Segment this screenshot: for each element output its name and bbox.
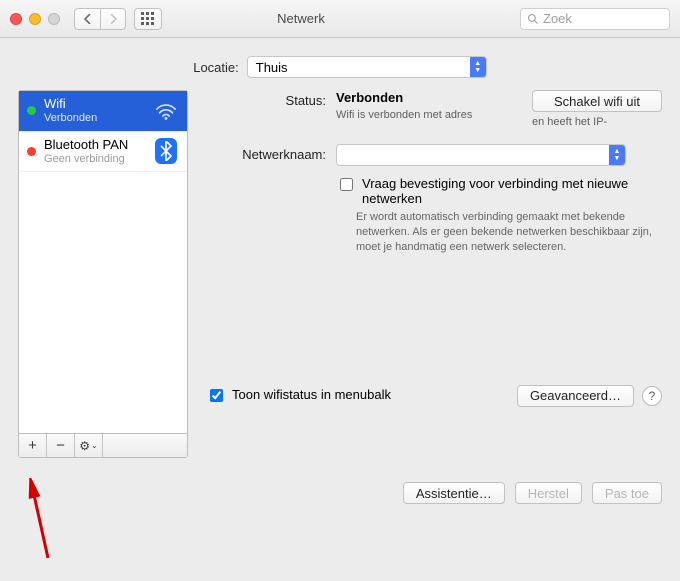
menubar-status-label: Toon wifistatus in menubalk: [232, 387, 391, 402]
remove-service-button[interactable]: −: [47, 434, 75, 457]
bluetooth-icon: [153, 138, 179, 164]
revert-button: Herstel: [515, 482, 582, 504]
location-row: Locatie: Thuis ▲▼: [0, 38, 680, 90]
sidebar-item-bluetooth-pan[interactable]: Bluetooth PAN Geen verbinding: [19, 132, 187, 173]
minimize-window-button[interactable]: [29, 13, 41, 25]
help-button[interactable]: ?: [642, 386, 662, 406]
location-label: Locatie:: [193, 60, 239, 75]
advanced-button[interactable]: Geavanceerd…: [517, 385, 634, 407]
menubar-status-input[interactable]: [210, 389, 223, 402]
network-name-select[interactable]: ▲▼: [336, 144, 626, 166]
ask-confirmation-help: Er wordt automatisch verbinding gemaakt …: [336, 210, 662, 255]
search-input[interactable]: Zoek: [520, 8, 670, 30]
ask-confirmation-label: Vraag bevestiging voor verbinding met ni…: [362, 176, 662, 206]
sidebar-toolbar: + − ⚙⌄: [19, 433, 187, 457]
sidebar-item-wifi[interactable]: Wifi Verbonden: [19, 91, 187, 132]
service-status: Verbonden: [44, 112, 145, 125]
service-actions-button[interactable]: ⚙⌄: [75, 434, 103, 457]
status-led-icon: [27, 147, 36, 156]
add-service-button[interactable]: +: [19, 434, 47, 457]
status-label: Status:: [206, 90, 326, 128]
wifi-icon: [153, 101, 179, 121]
network-name-label: Netwerknaam:: [206, 144, 326, 166]
ask-confirmation-input[interactable]: [340, 178, 353, 191]
location-value: Thuis: [248, 60, 470, 75]
status-value: Verbonden: [336, 90, 516, 105]
apply-button: Pas toe: [592, 482, 662, 504]
bottom-buttons: Assistentie… Herstel Pas toe: [0, 468, 680, 504]
status-led-icon: [27, 106, 36, 115]
wifi-off-button[interactable]: Schakel wifi uit: [532, 90, 662, 112]
sidebar-toolbar-spacer: [103, 434, 187, 457]
service-name: Bluetooth PAN: [44, 138, 145, 153]
location-select[interactable]: Thuis ▲▼: [247, 56, 487, 78]
menubar-status-checkbox[interactable]: Toon wifistatus in menubalk: [206, 387, 517, 405]
search-placeholder: Zoek: [543, 11, 572, 26]
ask-confirmation-checkbox[interactable]: Vraag bevestiging voor verbinding met ni…: [336, 176, 662, 206]
titlebar: Netwerk Zoek: [0, 0, 680, 38]
window-title: Netwerk: [90, 11, 512, 26]
close-window-button[interactable]: [10, 13, 22, 25]
zoom-window-button: [48, 13, 60, 25]
assist-button[interactable]: Assistentie…: [403, 482, 505, 504]
detail-panel: Status: Verbonden Wifi is verbonden met …: [206, 90, 662, 458]
status-subtext-right: en heeft het IP-: [532, 116, 662, 128]
service-name: Wifi: [44, 97, 145, 112]
window-controls: [10, 13, 60, 25]
chevron-updown-icon: ▲▼: [470, 57, 486, 77]
service-status: Geen verbinding: [44, 153, 145, 166]
status-subtext: Wifi is verbonden met adres: [336, 109, 516, 121]
chevron-updown-icon: ▲▼: [609, 145, 625, 165]
service-sidebar: Wifi Verbonden Bluetooth PAN Geen verbin…: [18, 90, 188, 458]
